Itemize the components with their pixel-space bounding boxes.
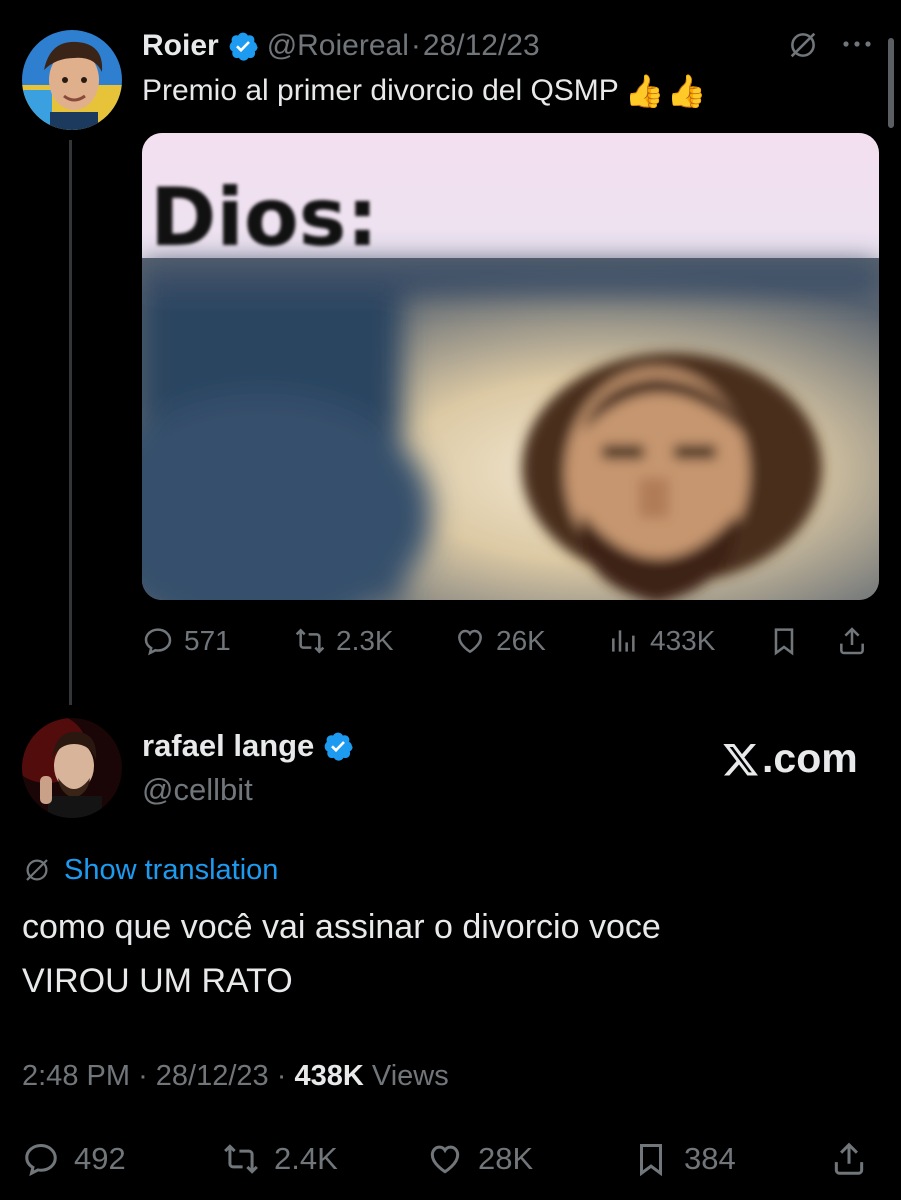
tweet-text-line: como que você vai assinar o divorcio voc… bbox=[22, 908, 661, 946]
tweet-date[interactable]: 28/12/23 bbox=[423, 29, 540, 63]
main-tweet-author: rafael lange bbox=[142, 728, 354, 764]
show-translation-label[interactable]: Show translation bbox=[64, 854, 278, 887]
like-icon bbox=[458, 629, 482, 654]
bookmark-icon bbox=[774, 628, 794, 656]
meme-caption: Dios: bbox=[150, 171, 378, 264]
share-button[interactable] bbox=[836, 618, 868, 664]
like-button[interactable]: 26K bbox=[454, 618, 546, 664]
share-button[interactable] bbox=[830, 1134, 868, 1184]
reply-count: 571 bbox=[184, 625, 231, 656]
show-translation-link[interactable]: Show translation bbox=[22, 850, 278, 890]
bookmark-count: 384 bbox=[684, 1141, 736, 1176]
repost-button[interactable]: 2.3K bbox=[294, 618, 394, 664]
share-icon bbox=[834, 1142, 864, 1175]
views-count: 438K bbox=[294, 1060, 364, 1092]
thumbs-up-emoji: 👍 bbox=[666, 73, 707, 109]
avatar-rafael-lange[interactable] bbox=[22, 718, 122, 818]
tweet-media-image[interactable]: Dios: bbox=[142, 133, 879, 600]
like-count: 28K bbox=[478, 1141, 534, 1176]
x-logo-icon bbox=[723, 743, 758, 775]
tweet-date[interactable]: 28/12/23 bbox=[156, 1060, 269, 1092]
x-com-watermark: .com bbox=[720, 735, 858, 782]
views-count: 433K bbox=[650, 625, 716, 656]
main-tweet-actions: 492 2.4K 28K 384 bbox=[22, 1134, 882, 1184]
reply-button[interactable]: 571 bbox=[142, 618, 231, 664]
repost-count: 2.3K bbox=[336, 625, 394, 656]
translate-icon[interactable] bbox=[786, 28, 820, 62]
repost-button[interactable]: 2.4K bbox=[222, 1134, 338, 1184]
separator-dot: · bbox=[138, 1060, 148, 1092]
like-icon bbox=[430, 1145, 460, 1174]
views-button[interactable]: 433K bbox=[608, 618, 715, 664]
repost-count: 2.4K bbox=[274, 1141, 338, 1176]
quoted-tweet-actions: 571 2.3K 26K 433K bbox=[142, 618, 879, 664]
reply-count: 492 bbox=[74, 1141, 126, 1176]
author-name[interactable]: Roier bbox=[142, 29, 219, 63]
tweet-text-line: VIROU UM RATO bbox=[22, 962, 293, 1000]
translate-icon bbox=[26, 859, 48, 881]
tweet-time[interactable]: 2:48 PM bbox=[22, 1060, 130, 1092]
avatar-roier[interactable] bbox=[22, 30, 122, 130]
thumbs-up-emoji: 👍 bbox=[624, 73, 665, 109]
quoted-tweet-text: Premio al primer divorcio del QSMP 👍 👍 bbox=[142, 72, 707, 110]
bookmark-button[interactable] bbox=[768, 618, 800, 664]
repost-icon bbox=[224, 1144, 258, 1174]
main-tweet-text: como que você vai assinar o divorcio voc… bbox=[22, 900, 862, 1008]
verified-badge-icon bbox=[229, 32, 258, 61]
thread-connector-line bbox=[69, 140, 72, 705]
separator-dot: · bbox=[276, 1060, 287, 1092]
reply-icon bbox=[25, 1144, 57, 1177]
views-icon bbox=[612, 630, 635, 652]
separator-dot: · bbox=[410, 29, 421, 62]
verified-badge-icon bbox=[324, 732, 353, 761]
views-label: Views bbox=[371, 1060, 449, 1092]
tweet-metadata: 2:48 PM · 28/12/23 · 438K Views bbox=[22, 1060, 449, 1093]
bookmark-button[interactable]: 384 bbox=[632, 1134, 736, 1184]
tweet-text: Premio al primer divorcio del QSMP bbox=[142, 74, 619, 107]
quoted-tweet-header: Roier @Roiereal · 28/12/23 bbox=[142, 24, 540, 68]
author-name[interactable]: rafael lange bbox=[142, 728, 314, 764]
reply-icon bbox=[144, 628, 172, 656]
author-handle[interactable]: @Roiereal bbox=[267, 29, 409, 63]
more-icon[interactable] bbox=[840, 34, 874, 54]
like-count: 26K bbox=[496, 625, 546, 656]
bookmark-icon bbox=[639, 1144, 663, 1177]
reply-button[interactable]: 492 bbox=[22, 1134, 126, 1184]
share-icon bbox=[840, 627, 864, 655]
scrollbar[interactable] bbox=[888, 38, 894, 128]
like-button[interactable]: 28K bbox=[426, 1134, 533, 1184]
author-handle[interactable]: @cellbit bbox=[142, 772, 253, 808]
repost-icon bbox=[295, 628, 325, 654]
x-com-suffix: .com bbox=[762, 735, 858, 781]
